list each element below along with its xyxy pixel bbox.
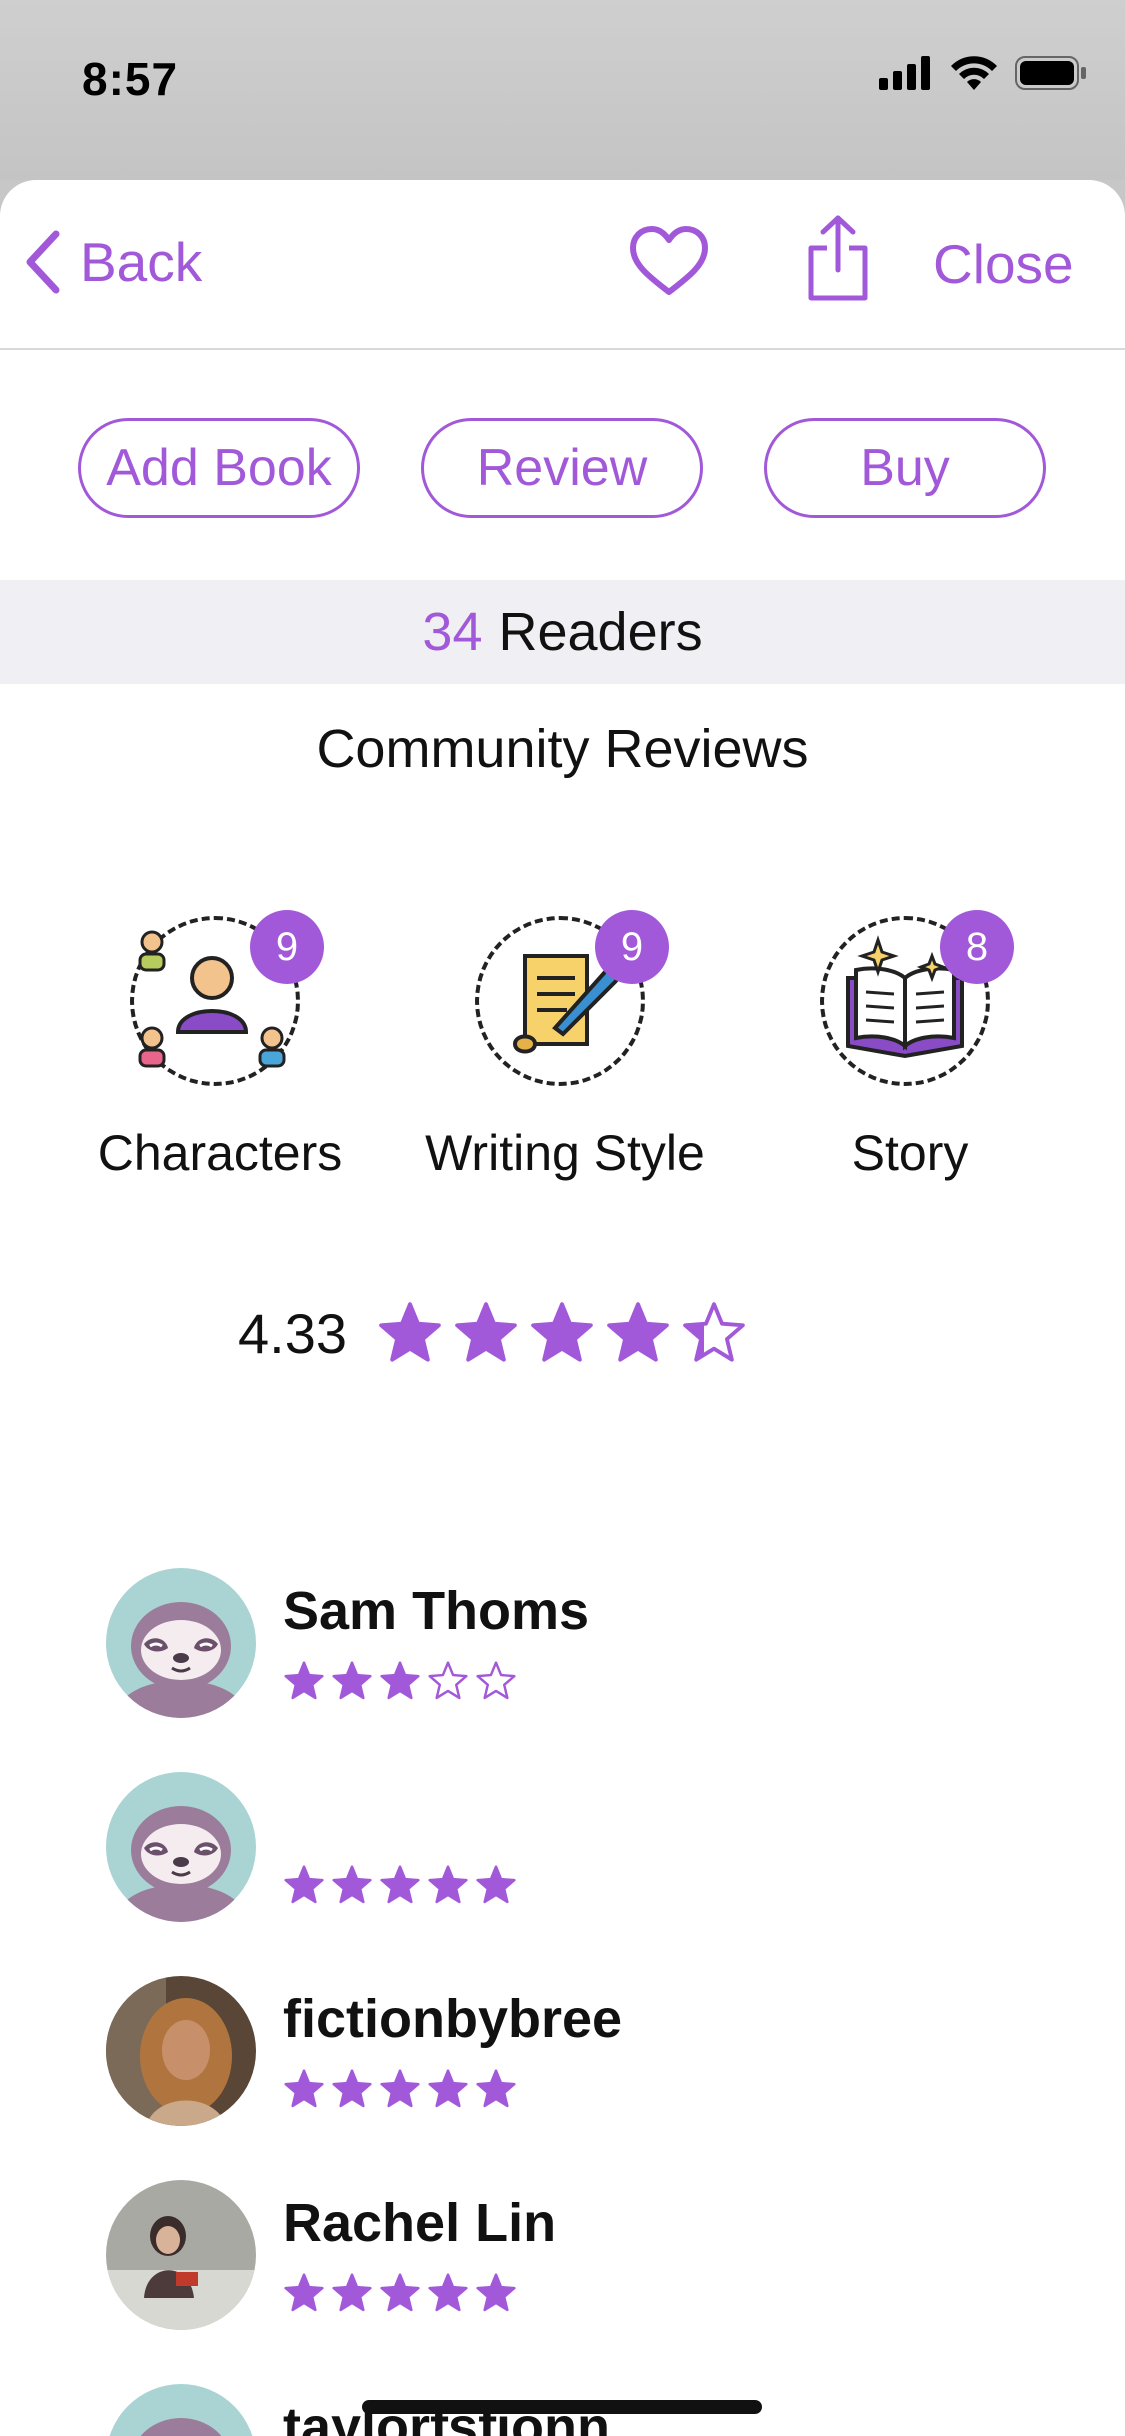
reviewer-name: Rachel Lin [283,2193,557,2253]
star-icon [683,1302,745,1362]
review-row[interactable]: Rachel Lin [106,2180,1006,2332]
add-book-button[interactable]: Add Book [78,418,360,518]
chevron-left-icon [26,230,60,294]
category-characters[interactable]: 9 Characters [50,910,390,1182]
status-time: 8:57 [82,53,179,105]
story-label: Story [851,1125,969,1181]
avatar [106,1976,256,2126]
star-icon [531,1302,593,1362]
star-icon [476,2273,516,2312]
status-bar: 8:57 [0,0,1125,180]
reviewer-name: Sam Thoms [283,1581,590,1641]
star-icon [428,1661,468,1700]
review-rating [283,2068,517,2110]
average-rating: 4.33 [238,1300,747,1366]
heart-icon[interactable] [628,224,710,298]
average-rating-stars [377,1300,747,1366]
back-label: Back [80,231,203,293]
star-icon [428,2273,468,2312]
reviewer-name: fictionbybree [283,1989,623,2049]
writing-style-count-badge: 9 [595,910,669,984]
readers-label: Readers [498,602,703,662]
star-icon [380,2273,420,2312]
characters-count-badge: 9 [250,910,324,984]
star-icon [332,2273,372,2312]
review-rating [283,2272,517,2314]
readers-count: 34 [422,602,483,662]
star-icon [284,1865,324,1904]
battery-icon [1015,56,1086,90]
characters-label: Characters [97,1125,343,1181]
readers-bar: 34 Readers [0,580,1125,684]
star-icon [476,2069,516,2108]
star-icon [607,1302,669,1362]
star-icon [476,1865,516,1904]
story-count-badge: 8 [940,910,1014,984]
action-buttons: Add Book Review Buy [0,418,1125,528]
star-icon [379,1302,441,1362]
review-rating [283,1864,517,1906]
avatar [106,1772,256,1922]
star-icon [428,2069,468,2108]
star-icon [380,1661,420,1700]
star-icon [284,2273,324,2312]
star-icon [332,1865,372,1904]
category-story[interactable]: 8 Story [740,910,1080,1182]
avatar [106,2384,256,2436]
review-row[interactable]: fictionbybree [106,1976,1006,2128]
average-rating-value: 4.33 [238,1301,347,1365]
category-writing-style[interactable]: 9 Writing Style [395,910,735,1182]
star-icon [476,1661,516,1700]
review-row[interactable] [106,1772,1006,1924]
book-detail-sheet: Back Close Add Book Review Buy 34 Reader… [0,180,1125,2436]
review-row[interactable]: Sam Thoms [106,1568,1006,1720]
signal-icon [879,56,930,90]
star-icon [380,2069,420,2108]
status-icons [879,56,1087,90]
share-icon[interactable] [803,214,873,304]
writing-style-label: Writing Style [425,1125,705,1181]
avatar [106,2180,256,2330]
home-indicator [362,2400,762,2414]
review-rating [283,1660,517,1702]
star-icon [428,1865,468,1904]
community-reviews-title: Community Reviews [316,719,809,779]
avatar [106,1568,256,1718]
review-button[interactable]: Review [421,418,703,518]
star-icon [332,2069,372,2108]
wifi-icon [951,56,997,90]
star-icon [380,1865,420,1904]
star-icon [332,1661,372,1700]
buy-button[interactable]: Buy [764,418,1046,518]
star-icon [455,1302,517,1362]
close-button[interactable]: Close [933,232,1074,296]
back-button[interactable]: Back [24,230,202,294]
nav-bar: Back Close [0,180,1125,350]
star-icon [284,2069,324,2108]
star-icon [284,1661,324,1700]
